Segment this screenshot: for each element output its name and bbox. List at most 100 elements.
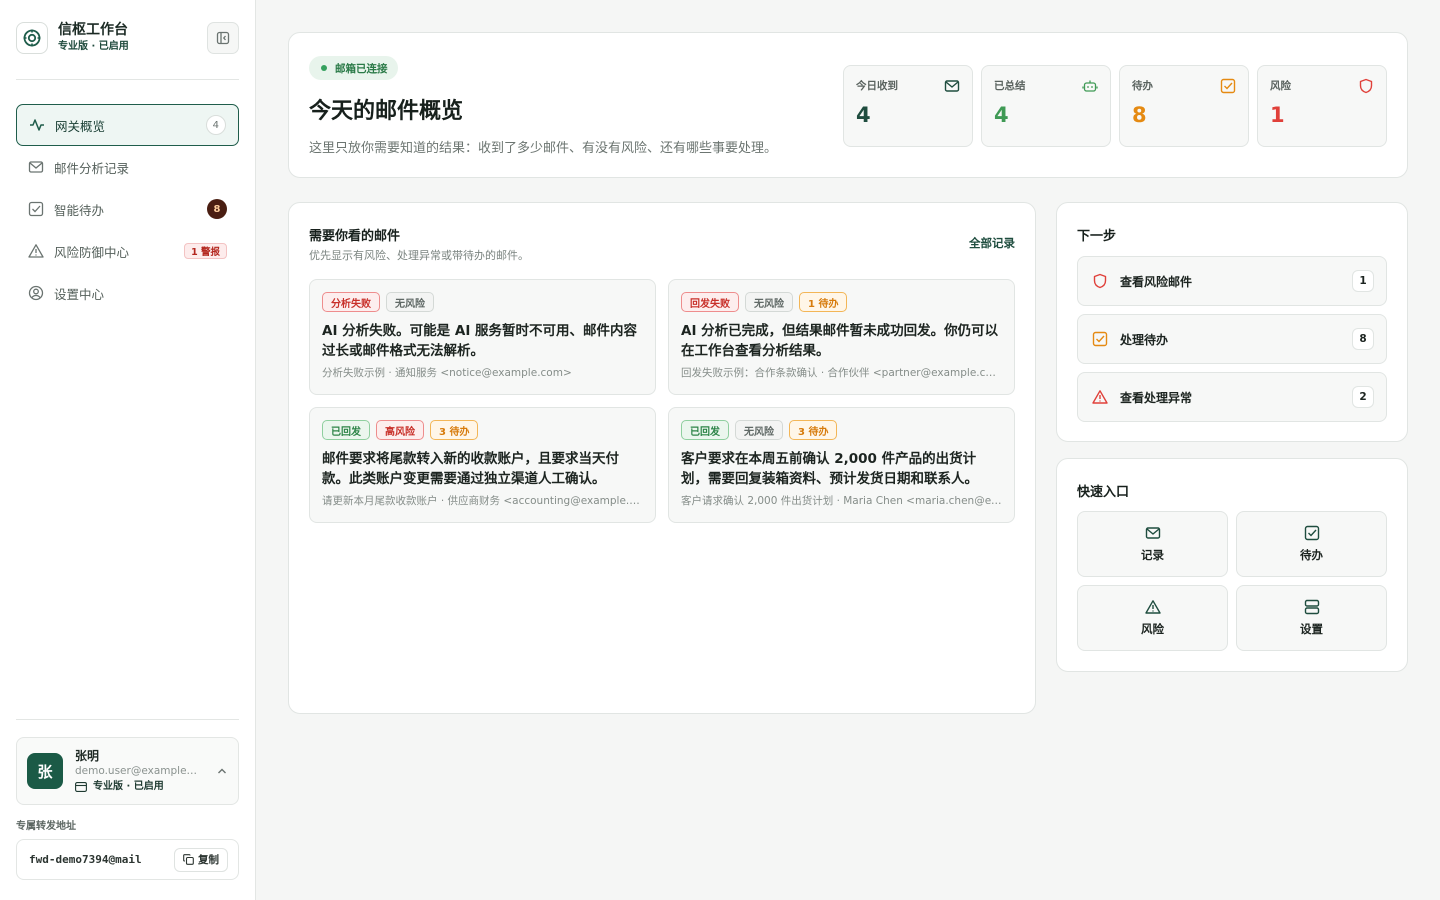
next-step-label: 查看处理异常 [1120, 390, 1193, 405]
mail-card[interactable]: 分析失败 无风险 AI 分析失败。可能是 AI 服务暂时不可用、邮件内容过长或邮件格… [309, 279, 656, 395]
status-badge: 无风险 [386, 292, 434, 312]
sidebar-divider [16, 79, 239, 80]
warning-icon [28, 243, 44, 259]
sidebar-item-smart-todo[interactable]: 智能待办 8 [16, 188, 239, 230]
mail-icon [1145, 527, 1160, 539]
mail-icon [944, 80, 960, 92]
stat-received[interactable]: 今日收到 4 [843, 65, 973, 147]
stat-risk[interactable]: 风险 1 [1257, 65, 1387, 147]
sidebar-item-label: 网关概览 [55, 118, 106, 134]
sidebar-item-label: 邮件分析记录 [54, 160, 130, 176]
robot-icon [1082, 80, 1098, 92]
mail-summary: AI 分析已完成，但结果邮件暂未成功回发。你仍可以在工作台查看分析结果。 [681, 323, 999, 359]
quick-todo-button[interactable]: 待办 [1236, 511, 1387, 577]
status-badge: 高风险 [376, 420, 424, 440]
next-step-count: 1 [1352, 270, 1374, 292]
user-plan-label: 专业版 · 已启用 [93, 780, 164, 792]
panel-title: 下一步 [1077, 229, 1117, 244]
panel-title: 快速入口 [1077, 485, 1130, 500]
sidebar-item-label: 智能待办 [54, 202, 105, 218]
mail-card[interactable]: 已回发 高风险 3 待办邮件要求将尾款转入新的收款账户，且要求当天付款。此类账户变更… [309, 407, 656, 523]
activity-icon [29, 117, 45, 133]
quick-settings-button[interactable]: 设置 [1236, 585, 1387, 651]
mail-meta: 客户请求确认 2,000 件出货计划 · Maria Chen <maria.c… [681, 495, 1002, 507]
credit-card-icon [75, 781, 87, 792]
mail-card[interactable]: 回发失败 无风险 1 待办 AI 分析已完成，但结果邮件暂未成功回发。你仍可以在工作台… [668, 279, 1015, 395]
next-step-count: 8 [1352, 328, 1374, 350]
attention-mail-panel: 需要你看的邮件 优先显示有风险、处理异常或带待办的邮件。 全部记录 分析失败 无风… [288, 202, 1036, 714]
check-square-icon [28, 201, 44, 217]
forward-address: fwd-demo7394@mail [29, 853, 142, 866]
sidebar-item-mail-records[interactable]: 邮件分析记录 [16, 146, 239, 188]
sidebar-item-gateway-overview[interactable]: 网关概览 4 [16, 104, 239, 146]
next-step-count: 2 [1352, 386, 1374, 408]
next-step-view-risk-mail[interactable]: 查看风险邮件 1 [1077, 256, 1387, 306]
mail-tags: 已回发 无风险 3 待办 [681, 420, 1002, 440]
user-email: demo.user@example.com [75, 764, 199, 777]
connection-status-badge: 邮箱已连接 [309, 56, 398, 80]
next-step-label: 查看风险邮件 [1120, 274, 1193, 289]
user-plan: 专业版 · 已启用 [75, 780, 216, 794]
status-badge: 已回发 [322, 420, 370, 440]
mail-tags: 分析失败 无风险 [322, 292, 643, 312]
status-badge: 分析失败 [322, 292, 380, 312]
mail-summary: AI 分析失败。可能是 AI 服务暂时不可用、邮件内容过长或邮件格式无法解析。 [322, 323, 638, 359]
nav-count-badge: 4 [205, 115, 226, 135]
collapse-sidebar-button[interactable] [207, 22, 239, 54]
server-icon [1304, 599, 1319, 615]
sidebar-item-settings[interactable]: 设置中心 [16, 272, 239, 314]
user-name: 张明 [75, 748, 100, 763]
panel-title: 需要你看的邮件 [309, 229, 401, 244]
check-square-icon [1092, 331, 1108, 347]
sidebar-nav: 网关概览 4 邮件分析记录 智能待办 8 风险防御中心 1 警报 设置中心 [16, 104, 239, 314]
warning-icon [1092, 389, 1108, 405]
sidebar-item-risk-center[interactable]: 风险防御中心 1 警报 [16, 230, 239, 272]
user-menu[interactable]: 张 张明 demo.user@example.com 专业版 · 已启用 [16, 737, 239, 805]
mail-icon [28, 159, 44, 175]
stat-todo[interactable]: 待办 8 [1119, 65, 1249, 147]
quick-entry-panel: 快速入口 记录 待办 风险 设置 [1056, 458, 1408, 672]
mail-meta: 请更新本月尾款收款账户 · 供应商财务 <accounting@example.… [322, 495, 643, 507]
sidebar: 信枢工作台 专业版 · 已启用 网关概览 4 邮件分析记录 智能待办 8 风险防… [0, 0, 256, 900]
brand: 信枢工作台 专业版 · 已启用 [16, 21, 129, 54]
status-badge: 3 待办 [789, 420, 838, 440]
page-description: 这里只放你需要知道的结果：收到了多少邮件、有没有风险、还有哪些事要处理。 [309, 141, 778, 156]
copy-button-label: 复制 [198, 854, 219, 866]
sidebar-item-label: 设置中心 [54, 286, 105, 302]
status-badge: 回发失败 [681, 292, 739, 312]
mail-tags: 已回发 高风险 3 待办 [322, 420, 643, 440]
mail-card[interactable]: 已回发 无风险 3 待办客户要求在本周五前确认 2,000 件产品的出货计划，需要回… [668, 407, 1015, 523]
all-records-link[interactable]: 全部记录 [969, 235, 1015, 251]
quick-button-label: 风险 [1141, 622, 1164, 636]
shield-icon [1359, 78, 1373, 94]
sidebar-item-label: 风险防御中心 [54, 244, 130, 260]
forward-address-box: fwd-demo7394@mail 复制 [16, 839, 239, 880]
panel-subtitle: 优先显示有风险、处理异常或带待办的邮件。 [309, 249, 529, 262]
mail-meta: 回发失败示例：合作条款确认 · 合作伙伴 <partner@example.co… [681, 367, 1002, 379]
warning-icon [1144, 600, 1161, 614]
page-title: 今天的邮件概览 [309, 99, 464, 124]
mail-summary: 客户要求在本周五前确认 2,000 件产品的出货计划，需要回复装箱资料、预计发货… [681, 451, 978, 487]
sidebar-divider [16, 719, 239, 720]
next-step-view-errors[interactable]: 查看处理异常 2 [1077, 372, 1387, 422]
forward-address-label: 专属转发地址 [16, 821, 76, 832]
next-step-handle-todo[interactable]: 处理待办 8 [1077, 314, 1387, 364]
copy-icon [183, 854, 194, 865]
nav-alert-badge: 1 警报 [184, 243, 227, 259]
stat-value: 8 [1132, 103, 1147, 127]
stat-value: 4 [994, 103, 1009, 127]
quick-records-button[interactable]: 记录 [1077, 511, 1228, 577]
stat-value: 1 [1270, 103, 1285, 127]
quick-risk-button[interactable]: 风险 [1077, 585, 1228, 651]
status-badge: 已回发 [681, 420, 729, 440]
sidebar-collapse-icon [216, 31, 230, 45]
brand-logo-icon [16, 21, 48, 54]
avatar: 张 [27, 753, 63, 789]
status-badge: 3 待办 [430, 420, 479, 440]
mail-summary: 邮件要求将尾款转入新的收款账户，且要求当天付款。此类账户变更需要通过独立渠道人工… [322, 451, 619, 487]
quick-button-label: 记录 [1141, 548, 1164, 562]
status-badge: 1 待办 [799, 292, 848, 312]
shield-icon [1092, 273, 1108, 289]
stat-summarized[interactable]: 已总结 4 [981, 65, 1111, 147]
copy-address-button[interactable]: 复制 [174, 847, 228, 872]
